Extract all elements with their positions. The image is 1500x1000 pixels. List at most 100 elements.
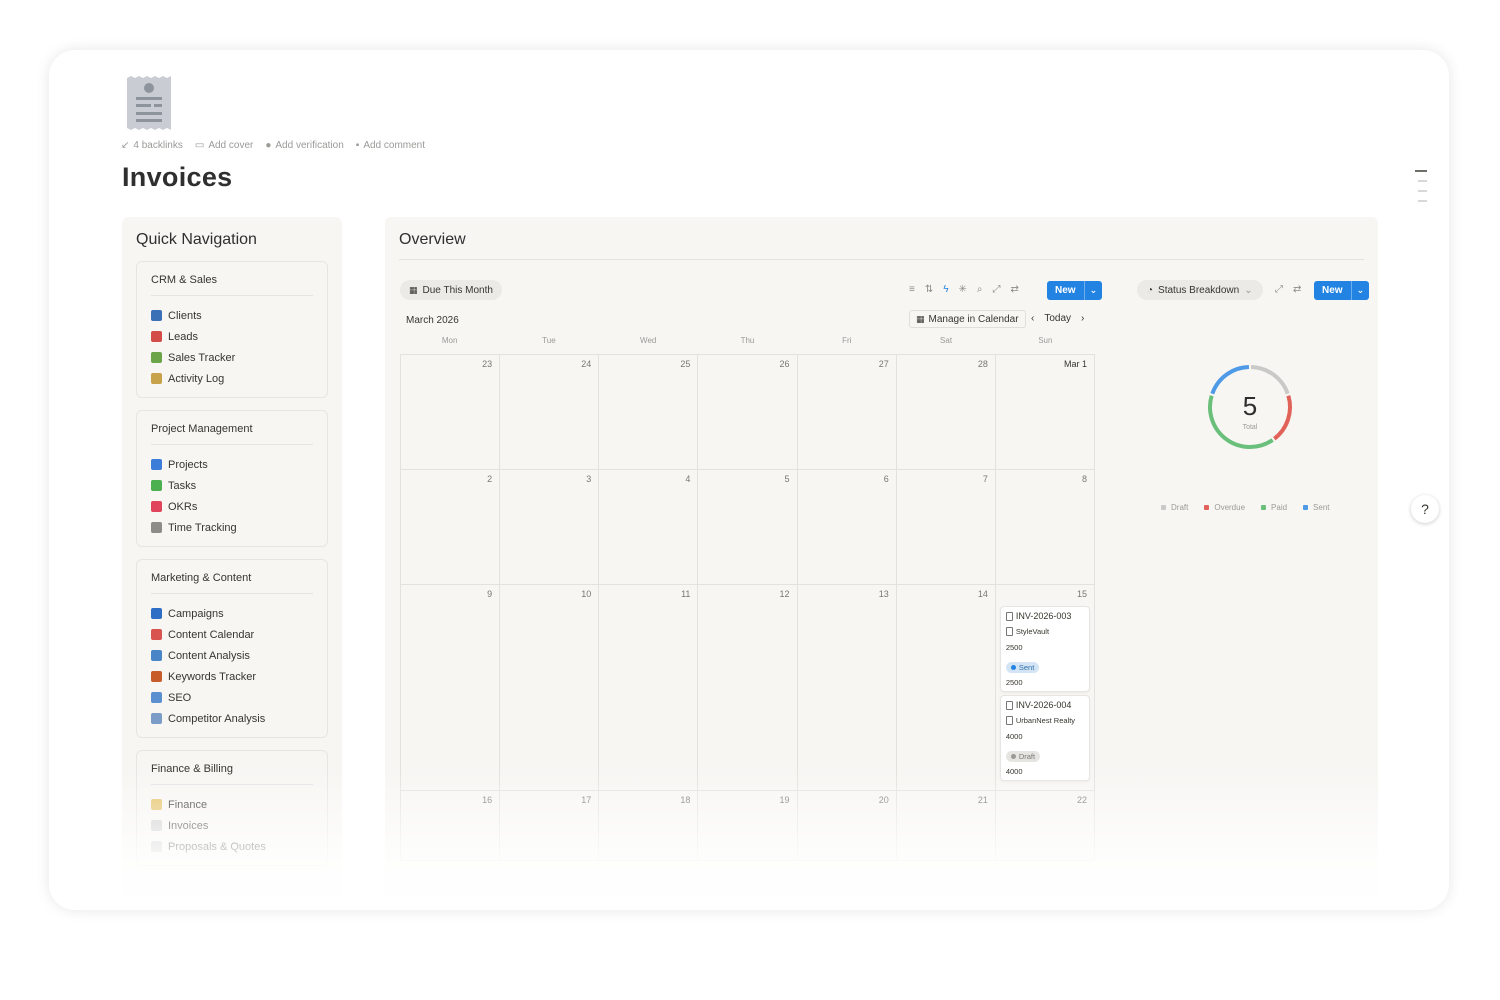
chevron-down-icon[interactable]: ⌄ bbox=[1083, 281, 1103, 300]
calendar-day-cell[interactable]: 3 bbox=[500, 470, 600, 585]
nav-item[interactable]: Content Analysis bbox=[151, 645, 313, 666]
donut-slice-sent[interactable] bbox=[1210, 365, 1250, 395]
nav-item[interactable]: SEO bbox=[151, 687, 313, 708]
chevron-down-icon: ⌄ bbox=[1244, 284, 1253, 296]
invoice-card[interactable]: INV-2026-003 StyleVault 2500 Sent 2500 bbox=[999, 606, 1090, 692]
settings-sliders-icon[interactable]: ⇄ bbox=[1293, 284, 1301, 295]
nav-item[interactable]: Clients bbox=[151, 305, 313, 326]
chevron-left-icon[interactable]: ‹ bbox=[1031, 313, 1034, 324]
calendar-day-cell[interactable]: 20 bbox=[797, 791, 897, 861]
due-this-month-tab[interactable]: ▦ Due This Month bbox=[400, 280, 502, 300]
nav-item[interactable]: OKRs bbox=[151, 496, 313, 517]
expand-icon[interactable]: ⤢ bbox=[1275, 284, 1283, 295]
donut-slice-paid[interactable] bbox=[1208, 395, 1274, 449]
page-meta-row: ↙ 4 backlinks ▭ Add cover ● Add verificatio… bbox=[121, 140, 425, 151]
nav-item[interactable]: Tasks bbox=[151, 475, 313, 496]
nav-item[interactable]: Keywords Tracker bbox=[151, 666, 313, 687]
nav-item[interactable]: Leads bbox=[151, 326, 313, 347]
calendar-day-cell[interactable]: 16 bbox=[401, 791, 501, 861]
calendar-day-cell[interactable]: 28 bbox=[896, 355, 996, 470]
nav-item[interactable]: Sales Tracker bbox=[151, 347, 313, 368]
calendar-day-cell[interactable]: Mar 1 bbox=[995, 355, 1095, 470]
nav-item[interactable]: Competitor Analysis bbox=[151, 708, 313, 729]
help-button[interactable]: ? bbox=[1411, 495, 1439, 523]
status-breakdown-tab[interactable]: ◔ Status Breakdown ⌄ bbox=[1137, 280, 1263, 300]
legend-label: Paid bbox=[1271, 503, 1288, 512]
calendar-day-cell[interactable]: 11 bbox=[599, 585, 699, 791]
chevron-right-icon[interactable]: › bbox=[1081, 313, 1084, 324]
filter-icon[interactable]: ≡ bbox=[909, 284, 915, 295]
new-chart-button[interactable]: New ⌄ bbox=[1314, 281, 1370, 300]
add-comment-button[interactable]: ▪ Add comment bbox=[356, 140, 425, 151]
calendar-day-cell[interactable]: 10 bbox=[500, 585, 600, 791]
calendar-day-cell[interactable]: 4 bbox=[599, 470, 699, 585]
nav-item[interactable]: Campaigns bbox=[151, 603, 313, 624]
today-button[interactable]: Today bbox=[1044, 313, 1071, 324]
settings-sliders-icon[interactable]: ⇄ bbox=[1011, 284, 1019, 295]
donut-slice-draft[interactable] bbox=[1250, 365, 1290, 395]
table-of-contents-minimap[interactable] bbox=[1415, 170, 1427, 202]
invoice-id: INV-2026-004 bbox=[1015, 700, 1072, 710]
calendar-day-cell[interactable]: 22 bbox=[995, 791, 1095, 861]
nav-item-icon bbox=[151, 501, 162, 512]
calendar-day-cell[interactable]: 23 bbox=[401, 355, 501, 470]
legend-item[interactable]: Paid bbox=[1261, 503, 1287, 512]
manage-in-calendar-button[interactable]: ▦ Manage in Calendar bbox=[909, 310, 1026, 328]
calendar-day-cell[interactable]: 12 bbox=[698, 585, 798, 791]
calendar-day-cell[interactable]: 21 bbox=[896, 791, 996, 861]
invoice-card[interactable]: INV-2026-004 UrbanNest Realty 4000 Draft 400… bbox=[999, 695, 1090, 781]
legend-swatch bbox=[1161, 505, 1166, 510]
nav-item[interactable]: Invoices bbox=[151, 815, 313, 836]
invoice-page-icon[interactable] bbox=[127, 76, 171, 130]
nav-item[interactable]: Finance bbox=[151, 794, 313, 815]
legend-label: Sent bbox=[1313, 503, 1330, 512]
invoice-id-row: INV-2026-004 bbox=[1005, 700, 1084, 710]
nav-group: Finance & Billing Finance Invoices Proposal… bbox=[136, 750, 328, 866]
calendar-day-cell[interactable]: 18 bbox=[599, 791, 699, 861]
add-cover-button[interactable]: ▭ Add cover bbox=[195, 140, 253, 151]
backlinks-link[interactable]: ↙ 4 backlinks bbox=[121, 140, 183, 151]
nav-item[interactable]: Projects bbox=[151, 454, 313, 475]
toc-line bbox=[1418, 190, 1427, 192]
calendar-day-cell[interactable]: 26 bbox=[698, 355, 798, 470]
legend-item[interactable]: Sent bbox=[1303, 503, 1330, 512]
search-icon[interactable]: ⌕ bbox=[977, 284, 983, 295]
sparkle-icon[interactable]: ✳ bbox=[959, 284, 967, 295]
calendar-day-cell[interactable]: 17 bbox=[500, 791, 600, 861]
backlink-arrow-icon: ↙ bbox=[121, 140, 130, 151]
sort-icon[interactable]: ⇅ bbox=[925, 284, 933, 295]
calendar-day-cell[interactable]: 25 bbox=[599, 355, 699, 470]
calendar-day-cell[interactable]: 9 bbox=[401, 585, 501, 791]
calendar-day-cell[interactable]: 13 bbox=[797, 585, 897, 791]
calendar-day-cell[interactable]: 5 bbox=[698, 470, 798, 585]
donut-total-value: 5 bbox=[1243, 391, 1257, 421]
day-number: 19 bbox=[779, 795, 790, 805]
calendar-day-cell[interactable]: 8 bbox=[995, 470, 1095, 585]
calendar-day-cell[interactable]: 7 bbox=[896, 470, 996, 585]
donut-slice-overdue[interactable] bbox=[1273, 395, 1292, 441]
calendar-days: 23 24 25 26 27 28 Mar 1 2 3 4 5 6 7 8 9 10 11 12 13 14 15 INV… bbox=[400, 354, 1095, 861]
nav-group-title: Project Management bbox=[151, 423, 313, 445]
chevron-down-icon[interactable]: ⌄ bbox=[1350, 281, 1370, 300]
calendar-day-cell[interactable]: 19 bbox=[698, 791, 798, 861]
status-label: Sent bbox=[1018, 663, 1035, 672]
day-number: 27 bbox=[878, 359, 889, 369]
calendar-day-cell[interactable]: 14 bbox=[896, 585, 996, 791]
expand-icon[interactable]: ⤢ bbox=[993, 284, 1001, 295]
add-verification-button[interactable]: ● Add verification bbox=[265, 140, 343, 151]
calendar-day-cell[interactable]: 27 bbox=[797, 355, 897, 470]
calendar-day-cell[interactable]: 6 bbox=[797, 470, 897, 585]
calendar-day-cell[interactable]: 24 bbox=[500, 355, 600, 470]
lightning-icon[interactable]: ϟ bbox=[943, 284, 948, 295]
nav-item[interactable]: Content Calendar bbox=[151, 624, 313, 645]
legend-item[interactable]: Overdue bbox=[1204, 503, 1245, 512]
calendar-day-cell[interactable]: 2 bbox=[401, 470, 501, 585]
nav-item[interactable]: Time Tracking bbox=[151, 517, 313, 538]
new-calendar-button[interactable]: New ⌄ bbox=[1047, 281, 1103, 300]
calendar-day-cell[interactable]: 15 INV-2026-003 StyleVault 2500 Sent 2500 INV-… bbox=[995, 585, 1095, 791]
nav-item[interactable]: Proposals & Quotes bbox=[151, 836, 313, 857]
legend-item[interactable]: Draft bbox=[1161, 503, 1188, 512]
day-number: 20 bbox=[878, 795, 889, 805]
nav-item[interactable]: Activity Log bbox=[151, 368, 313, 389]
nav-item-icon bbox=[151, 692, 162, 703]
